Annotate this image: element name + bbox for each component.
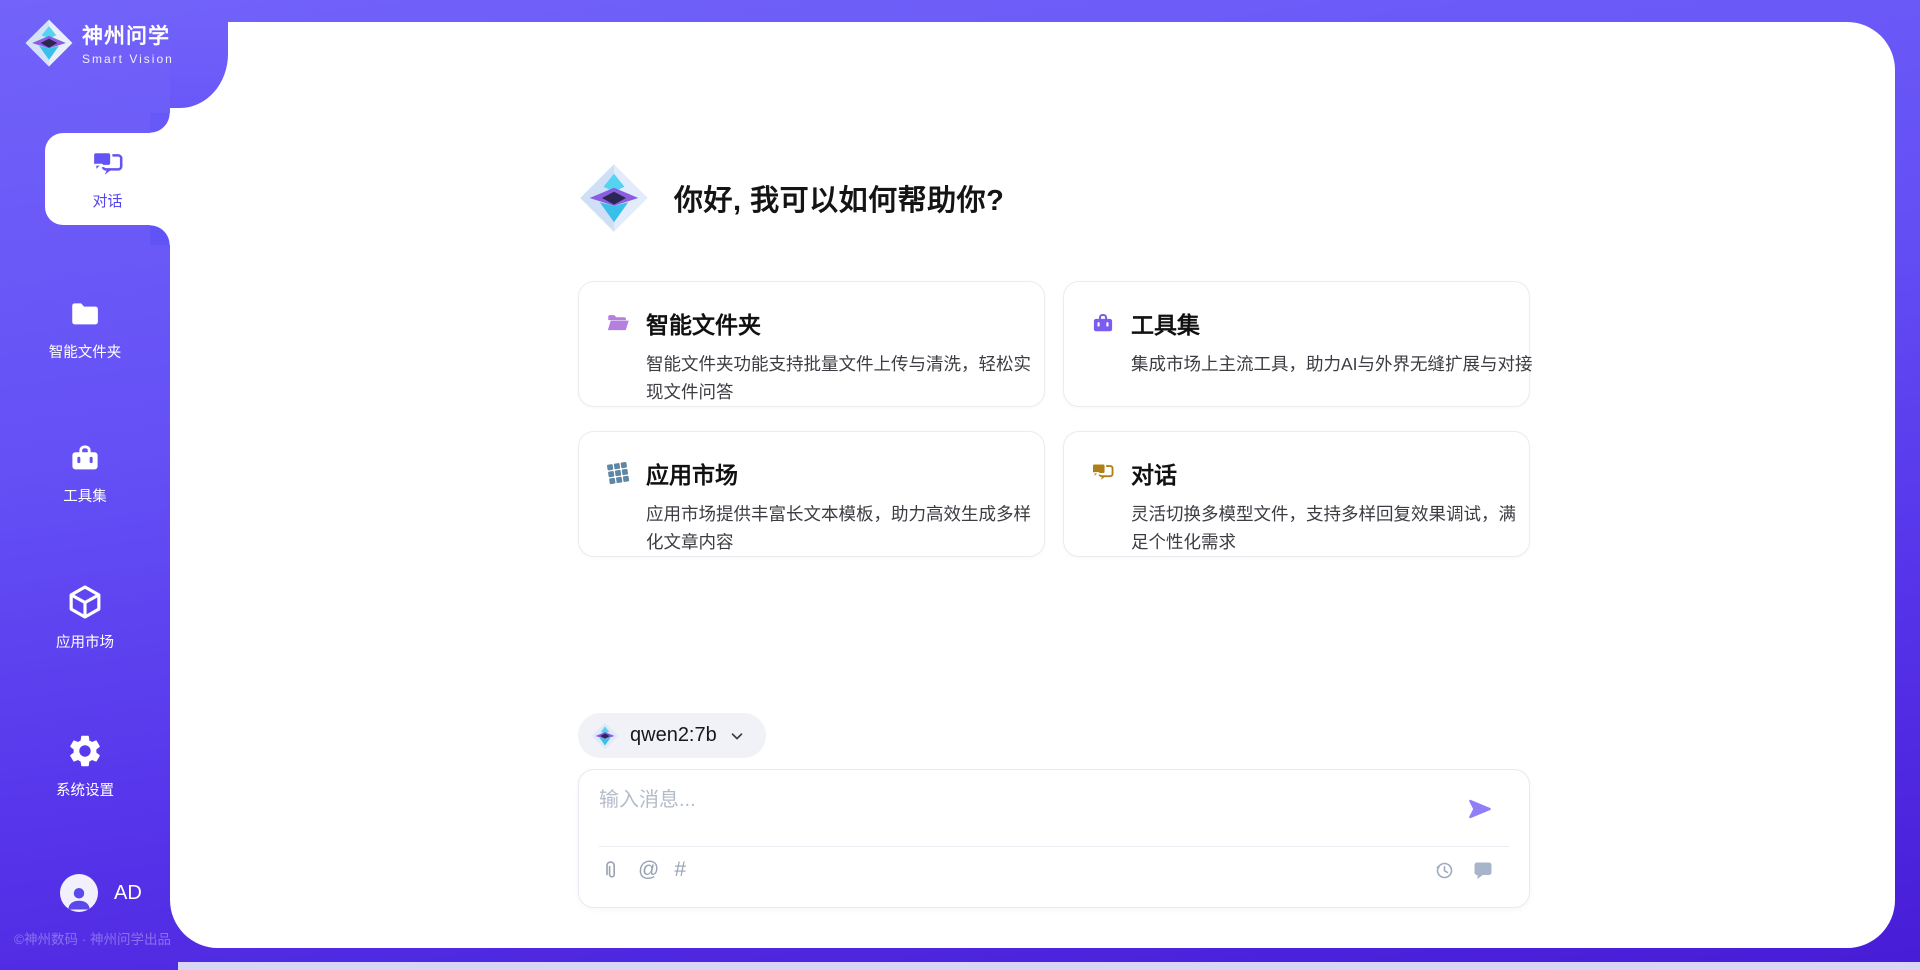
gear-icon [66,732,104,770]
horizontal-scrollbar[interactable] [178,962,1920,970]
avatar [60,874,98,912]
composer-divider [599,846,1509,847]
feature-cards: 智能文件夹 智能文件夹功能支持批量文件上传与清洗，轻松实现文件问答 工具集 集成… [578,281,1530,557]
chat-icon [90,147,126,183]
card-description: 智能文件夹功能支持批量文件上传与清洗，轻松实现文件问答 [646,350,1048,406]
message-input[interactable] [599,783,1459,838]
card-smart-folder[interactable]: 智能文件夹 智能文件夹功能支持批量文件上传与清洗，轻松实现文件问答 [578,281,1045,407]
briefcase-icon [67,440,103,476]
quick-phrase-icon[interactable] [1471,858,1495,882]
card-chat[interactable]: 对话 灵活切换多模型文件，支持多样回复效果调试，满足个性化需求 [1063,431,1530,557]
card-title: 工具集 [1131,306,1200,340]
sidebar-item-settings[interactable]: 系统设置 [0,732,170,800]
copyright-text: ©神州数码 · 神州问学出品 [14,928,171,948]
card-toolset[interactable]: 工具集 集成市场上主流工具，助力AI与外界无缝扩展与对接 [1063,281,1530,407]
tab-fillet-top [150,113,170,133]
user-account[interactable]: AD [60,874,142,912]
greeting: 你好, 我可以如何帮助你? [578,162,1004,234]
history-icon[interactable] [1432,858,1456,882]
greeting-text: 你好, 我可以如何帮助你? [674,177,1004,219]
folder-open-icon [605,310,631,336]
sidebar-item-label: 对话 [92,190,122,211]
chevron-down-icon [728,727,746,745]
brand-tagline: Smart Vision [82,52,174,66]
brand-name: 神州问学 [82,20,174,50]
card-title: 智能文件夹 [646,306,761,340]
card-title: 对话 [1131,456,1177,490]
sidebar-item-smart-folder[interactable]: 智能文件夹 [0,296,170,362]
sidebar-item-label: 系统设置 [56,779,114,800]
message-composer: @ # [578,769,1530,908]
card-description: 灵活切换多模型文件，支持多样回复效果调试，满足个性化需求 [1131,500,1533,556]
card-title: 应用市场 [646,456,738,490]
send-icon[interactable] [1467,796,1493,822]
tab-fillet-bottom [150,225,170,245]
sidebar-item-chat[interactable]: 对话 [45,133,170,225]
user-initials: AD [114,882,142,905]
person-icon [64,882,94,912]
brand-diamond-icon [24,18,74,68]
sidebar-item-label: 智能文件夹 [49,341,122,362]
model-name: qwen2:7b [630,724,717,747]
sidebar-item-toolset[interactable]: 工具集 [0,440,170,506]
sidebar-item-app-market[interactable]: 应用市场 [0,582,170,652]
hash-icon[interactable]: # [674,858,686,882]
model-diamond-icon [591,722,619,750]
card-app-market[interactable]: 应用市场 应用市场提供丰富长文本模板，助力高效生成多样化文章内容 [578,431,1045,557]
card-description: 应用市场提供丰富长文本模板，助力高效生成多样化文章内容 [646,500,1048,556]
brand-logo: 神州问学 Smart Vision [24,18,174,68]
chat-icon [1090,460,1116,486]
grid-icon [605,460,631,486]
assistant-diamond-icon [578,162,650,234]
mention-icon[interactable]: @ [638,858,659,882]
card-description: 集成市场上主流工具，助力AI与外界无缝扩展与对接 [1131,350,1533,378]
briefcase-icon [1090,310,1116,336]
cube-icon [65,582,105,622]
sidebar-item-label: 应用市场 [56,631,114,652]
sidebar-item-label: 工具集 [63,485,107,506]
model-selector[interactable]: qwen2:7b [578,713,766,758]
folder-icon [67,296,103,332]
app-window: 神州问学 Smart Vision 对话 智能文件夹 [0,0,1920,970]
attachment-icon[interactable] [599,858,623,882]
